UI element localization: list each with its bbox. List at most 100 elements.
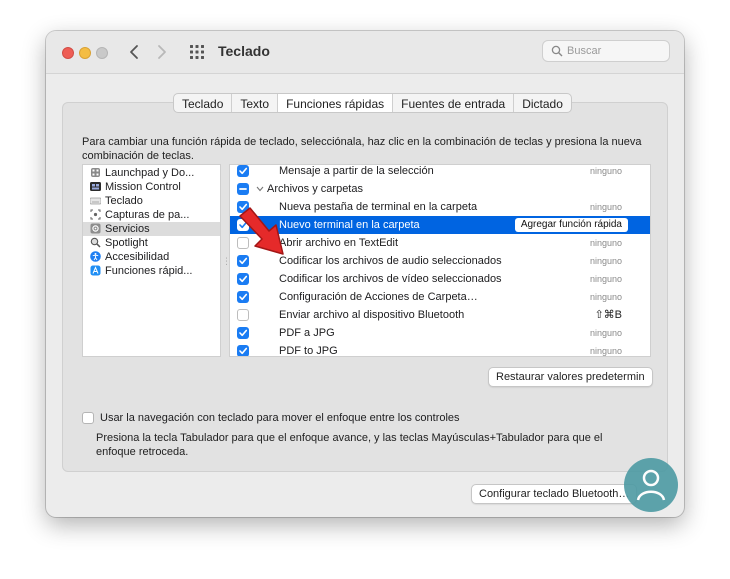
red-arrow-annotation-icon (239, 207, 284, 255)
instructions-text: Para cambiar una función rápida de tecla… (82, 136, 642, 162)
shortcut-categories-list[interactable]: Launchpad y Do... Mission Control Teclad… (82, 164, 221, 357)
preferences-window: Teclado Teclado Texto Funciones rápidas … (46, 31, 684, 517)
spotlight-icon (90, 237, 101, 248)
restore-defaults-button[interactable]: Restaurar valores predetermin (488, 367, 653, 387)
tab-dictado[interactable]: Dictado (514, 94, 571, 112)
service-name: Abrir archivo en TextEdit (279, 237, 399, 249)
keyboard-navigation-label: Usar la navegación con teclado para move… (100, 412, 460, 424)
person-silhouette-icon (636, 469, 666, 501)
list-item[interactable]: Codificar los archivos de vídeo seleccio… (230, 270, 650, 288)
tab-teclado[interactable]: Teclado (174, 94, 233, 112)
gear-icon (90, 223, 101, 234)
back-arrow-icon[interactable] (126, 41, 142, 63)
list-item[interactable]: PDF a JPG ninguno (230, 324, 650, 342)
service-name: Codificar los archivos de vídeo seleccio… (279, 273, 502, 285)
window-title: Teclado (218, 43, 270, 59)
search-icon (551, 45, 563, 57)
screenshot-icon (90, 209, 101, 220)
show-all-grid-icon[interactable] (190, 45, 204, 59)
list-item[interactable]: PDF to JPG ninguno (230, 342, 650, 357)
accessibility-icon (90, 251, 101, 262)
shortcut-key[interactable]: ninguno (590, 288, 622, 306)
sidebar-item-launchpad[interactable]: Launchpad y Do... (83, 166, 220, 180)
close-button[interactable] (62, 47, 74, 59)
checkbox[interactable] (237, 345, 249, 356)
list-item[interactable]: Nueva pestaña de terminal en la carpeta … (230, 198, 650, 216)
service-name: Enviar archivo al dispositivo Bluetooth (279, 309, 465, 321)
minus-icon (239, 188, 247, 190)
tab-funciones-rapidas[interactable]: Funciones rápidas (278, 94, 394, 112)
shortcut-key[interactable]: ninguno (590, 270, 622, 288)
keyboard-navigation-hint: Presiona la tecla Tabulador para que el … (96, 432, 603, 458)
sidebar-item-mission-control[interactable]: Mission Control (83, 180, 220, 194)
chevron-down-icon[interactable] (256, 186, 264, 192)
service-name: Configuración de Acciones de Carpeta… (279, 291, 478, 303)
shortcut-key[interactable]: ninguno (590, 198, 622, 216)
keyboard-icon (90, 197, 101, 205)
sidebar-item-label: Teclado (105, 195, 143, 207)
app-shortcuts-icon (90, 265, 101, 276)
launchpad-icon (91, 168, 100, 177)
service-name: PDF to JPG (279, 345, 338, 357)
mission-control-icon (90, 182, 101, 191)
shortcut-key[interactable]: ⇧⌘B (594, 306, 622, 324)
bluetooth-keyboard-button[interactable]: Configurar teclado Bluetooth… (471, 484, 638, 504)
group-name: Archivos y carpetas (267, 183, 363, 195)
keyboard-navigation-checkbox[interactable] (82, 412, 94, 424)
search-input[interactable] (567, 43, 663, 59)
shortcut-key[interactable]: ninguno (590, 342, 622, 356)
tab-texto[interactable]: Texto (232, 94, 279, 112)
checkbox[interactable] (237, 291, 249, 303)
sidebar-item-servicios[interactable]: Servicios (83, 222, 220, 236)
checkmark-icon (239, 167, 248, 175)
add-shortcut-button[interactable]: Agregar función rápida (514, 218, 628, 232)
title-bar: Teclado (46, 31, 684, 74)
checkmark-icon (239, 347, 248, 355)
service-name: Nueva pestaña de terminal en la carpeta (279, 201, 478, 213)
sidebar-item-label: Servicios (105, 223, 150, 235)
sidebar-item-label: Launchpad y Do... (105, 167, 195, 179)
checkmark-icon (239, 293, 248, 301)
checkmark-icon (239, 275, 248, 283)
sidebar-item-funciones-rapidas-apps[interactable]: Funciones rápid... (83, 264, 220, 278)
shortcut-key[interactable]: ninguno (590, 165, 622, 180)
service-name: Nuevo terminal en la carpeta (279, 219, 420, 231)
list-item[interactable]: Mensaje a partir de la selección ninguno (230, 165, 650, 180)
shortcut-key[interactable]: ninguno (590, 234, 622, 252)
shortcut-key[interactable]: ninguno (590, 324, 622, 342)
list-group-header[interactable]: Archivos y carpetas (230, 180, 650, 198)
sidebar-item-accesibilidad[interactable]: Accesibilidad (83, 250, 220, 264)
checkbox[interactable] (237, 309, 249, 321)
list-item[interactable]: Abrir archivo en TextEdit ninguno (230, 234, 650, 252)
services-shortcut-list[interactable]: Mensaje a partir de la selección ninguno… (229, 164, 651, 357)
sidebar-item-label: Mission Control (105, 181, 181, 193)
checkbox[interactable] (237, 327, 249, 339)
checkbox[interactable] (237, 183, 249, 195)
sidebar-item-label: Accesibilidad (105, 251, 170, 263)
checkbox[interactable] (237, 273, 249, 285)
service-name: Mensaje a partir de la selección (279, 165, 434, 177)
tab-bar: Teclado Texto Funciones rápidas Fuentes … (173, 93, 572, 113)
sidebar-item-capturas[interactable]: Capturas de pa... (83, 208, 220, 222)
minimize-button[interactable] (79, 47, 91, 59)
forward-arrow-icon[interactable] (154, 41, 170, 63)
sidebar-item-teclado[interactable]: Teclado (83, 194, 220, 208)
sidebar-item-label: Spotlight (105, 237, 148, 249)
tab-fuentes-de-entrada[interactable]: Fuentes de entrada (393, 94, 515, 112)
list-item[interactable]: Enviar archivo al dispositivo Bluetooth … (230, 306, 650, 324)
zoom-button[interactable] (96, 47, 108, 59)
sidebar-item-label: Capturas de pa... (105, 209, 190, 221)
checkmark-icon (239, 329, 248, 337)
service-name: PDF a JPG (279, 327, 335, 339)
shortcut-key[interactable]: ninguno (590, 252, 622, 270)
service-name: Codificar los archivos de audio seleccio… (279, 255, 502, 267)
list-item-selected[interactable]: Nuevo terminal en la carpeta Agregar fun… (230, 216, 650, 234)
checkbox[interactable] (237, 165, 249, 177)
search-field[interactable] (542, 40, 670, 62)
sidebar-item-label: Funciones rápid... (105, 265, 193, 277)
list-item[interactable]: Codificar los archivos de audio seleccio… (230, 252, 650, 270)
list-item[interactable]: Configuración de Acciones de Carpeta… ni… (230, 288, 650, 306)
split-view-handle[interactable]: ⋮ (222, 256, 231, 266)
logo-watermark (624, 458, 678, 512)
sidebar-item-spotlight[interactable]: Spotlight (83, 236, 220, 250)
